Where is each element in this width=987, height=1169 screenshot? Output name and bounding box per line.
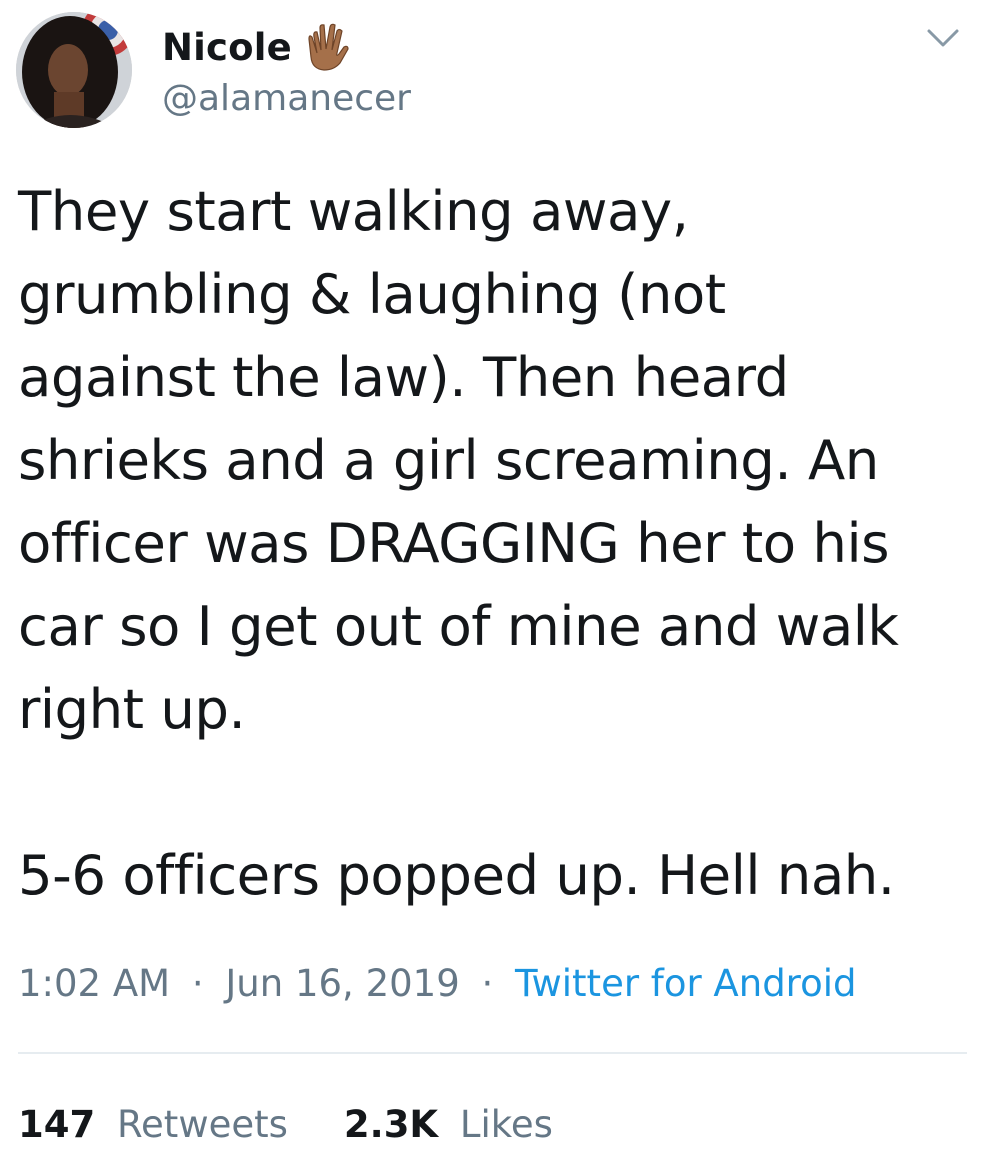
tweet-source-link[interactable]: Twitter for Android — [515, 962, 856, 1005]
tweet-stats: 147 Retweets 2.3K Likes — [18, 1103, 609, 1146]
user-handle[interactable]: @alamanecer — [162, 78, 411, 119]
tweet-time[interactable]: 1:02 AM — [18, 962, 170, 1005]
avatar-image — [16, 12, 132, 128]
display-name[interactable]: Nicole — [162, 26, 292, 69]
meta-separator: · — [191, 962, 204, 1005]
chevron-down-icon[interactable] — [925, 26, 961, 50]
meta-separator: · — [481, 962, 494, 1005]
likes-count: 2.3K — [343, 1103, 439, 1146]
tweet-date[interactable]: Jun 16, 2019 — [225, 962, 459, 1005]
likes-label: Likes — [459, 1103, 553, 1146]
retweets-count: 147 — [18, 1103, 96, 1146]
divider — [18, 1052, 967, 1054]
vulcan-salute-icon — [306, 23, 350, 71]
author-name-row: Nicole — [162, 22, 350, 72]
avatar[interactable] — [16, 12, 132, 128]
retweets-label: Retweets — [117, 1103, 288, 1146]
tweet-card: Nicole @alamanecer They start walking aw… — [0, 0, 987, 1169]
tweet-meta: 1:02 AM · Jun 16, 2019 · Twitter for And… — [18, 962, 857, 1005]
tweet-text: They start walking away, grumbling & lau… — [18, 179, 899, 907]
likes-stat[interactable]: 2.3K Likes — [344, 1103, 553, 1146]
retweets-stat[interactable]: 147 Retweets — [18, 1103, 288, 1146]
